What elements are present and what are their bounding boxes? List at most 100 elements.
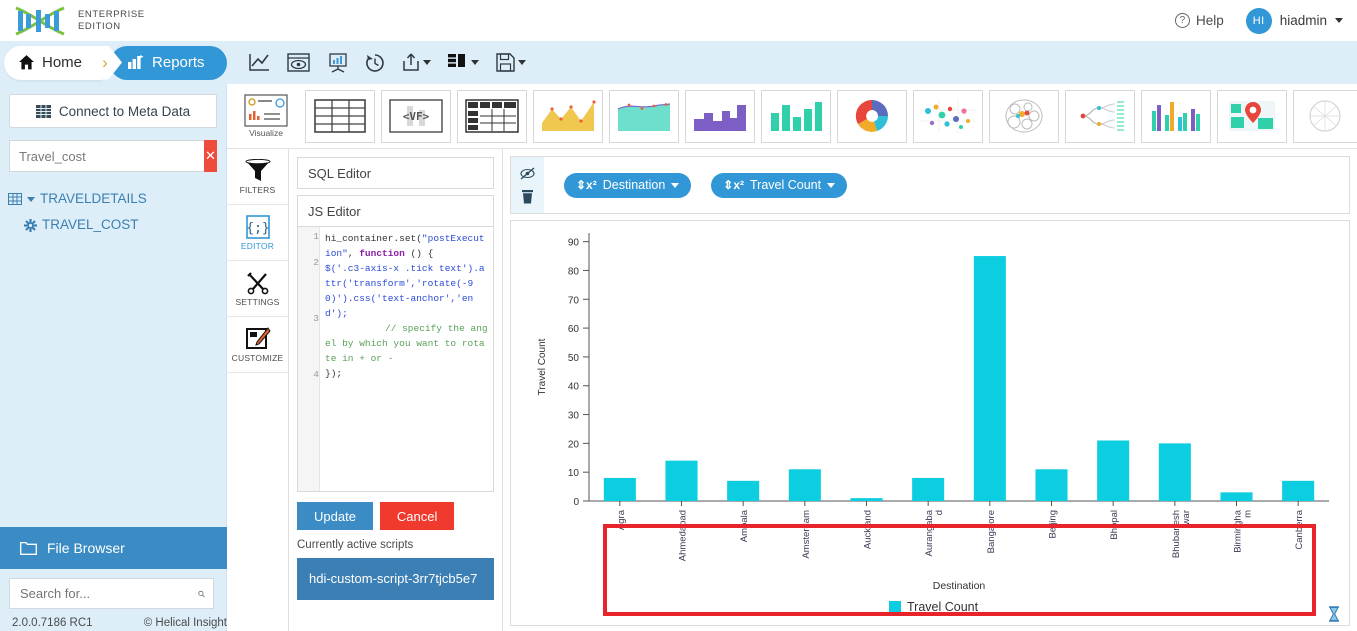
left-sidebar: Connect to Meta Data ✕ TRAVELDETAILS — [0, 84, 227, 631]
code-line-4: }); — [325, 368, 343, 379]
tree-node-label: TRAVEL_COST — [42, 217, 139, 232]
chart-type-area[interactable] — [609, 89, 679, 143]
top-bar: ENTERPRISE EDITION ? Help HI hiadmin — [0, 0, 1357, 41]
code-gutter: 1 2 3 4 — [298, 227, 320, 491]
cancel-button[interactable]: Cancel — [379, 502, 455, 530]
update-button[interactable]: Update — [297, 502, 373, 530]
chart-type-pivot-table[interactable] — [457, 89, 527, 143]
funnel-filter-icon — [245, 158, 270, 181]
chart-panel: ⇕x² Destination ⇕x² Travel Count 0 10 20 30… — [503, 149, 1357, 631]
breadcrumb-home[interactable]: Home — [4, 45, 103, 80]
chevron-down-icon — [422, 60, 431, 65]
svg-text:30: 30 — [568, 411, 580, 422]
pill-label: Destination — [602, 178, 666, 192]
breadcrumb-reports-label: Reports — [152, 54, 205, 71]
breadcrumb-reports[interactable]: Reports — [110, 45, 227, 80]
chart-type-map[interactable] — [1217, 89, 1287, 143]
svg-text:80: 80 — [568, 266, 580, 277]
tree-node-traveldetails[interactable]: TRAVELDETAILS — [8, 186, 226, 212]
presentation-chart-icon[interactable] — [327, 52, 348, 73]
file-browser-button[interactable]: File Browser — [0, 527, 227, 569]
sql-editor-accordion[interactable]: SQL Editor — [297, 157, 494, 189]
layout-columns-icon[interactable] — [447, 54, 479, 71]
dimension-pill-destination[interactable]: ⇕x² Destination — [564, 172, 692, 198]
js-editor-label: JS Editor — [308, 203, 361, 219]
chart-type-donut[interactable] — [837, 89, 907, 143]
eye-slash-icon[interactable] — [520, 167, 535, 180]
question-circle-icon: ? — [1174, 13, 1190, 28]
dna-logo-icon — [15, 6, 65, 35]
code-line-1: hi_container.set("postExecution", functi… — [325, 231, 488, 261]
active-scripts-label: Currently active scripts — [297, 539, 414, 551]
connect-meta-data-label: Connect to Meta Data — [58, 103, 191, 119]
chart-type-circle-packing[interactable] — [989, 89, 1059, 143]
history-clock-icon[interactable] — [365, 53, 385, 73]
file-browser-search-input[interactable] — [18, 585, 198, 602]
svg-text:60: 60 — [568, 324, 580, 335]
grouped-bar-chart-icon — [1152, 102, 1200, 131]
user-menu[interactable]: HI hiadmin — [1245, 7, 1343, 34]
export-share-icon[interactable] — [402, 53, 431, 72]
preview-eye-icon[interactable] — [286, 53, 310, 72]
brand-logo[interactable]: ENTERPRISE EDITION — [0, 6, 145, 36]
chart-type-vf-template[interactable]: <VF> — [381, 89, 451, 143]
chart-type-dendrogram[interactable] — [1065, 89, 1135, 143]
chart-type-step-bar[interactable] — [685, 89, 755, 143]
rail-item-customize[interactable]: CUSTOMIZE — [227, 317, 288, 373]
hourglass-resize-icon[interactable] — [1327, 606, 1341, 622]
svg-text:70: 70 — [568, 295, 580, 306]
main-area: Connect to Meta Data ✕ TRAVELDETAILS — [0, 84, 1357, 631]
avatar: HI — [1245, 7, 1272, 34]
chart-type-grouped-bar[interactable] — [1141, 89, 1211, 143]
js-code-area[interactable]: 1 2 3 4 hi_container.set("postExecution"… — [297, 227, 494, 492]
chart-type-label: Visualize — [249, 128, 283, 138]
chart-type-area-spline[interactable] — [533, 89, 603, 143]
rail-item-editor[interactable]: {;} EDITOR — [227, 205, 288, 261]
rail-item-settings[interactable]: SETTINGS — [227, 261, 288, 317]
version-label: 2.0.0.7186 RC1 — [12, 617, 93, 629]
js-editor-accordion[interactable]: JS Editor — [297, 195, 494, 227]
map-chart-icon — [1229, 101, 1275, 131]
chart-type-column[interactable] — [761, 89, 831, 143]
svg-text:0: 0 — [573, 497, 579, 508]
chart-type-strip: Visualize <VF> — [227, 84, 1357, 149]
rail-item-filters[interactable]: FILTERS — [227, 149, 288, 205]
code-token: function — [359, 248, 405, 259]
chevron-down-icon[interactable] — [27, 196, 35, 202]
line-chart-icon[interactable] — [248, 53, 270, 72]
help-button[interactable]: ? Help — [1174, 13, 1224, 28]
svg-text:Travel Count: Travel Count — [537, 338, 548, 395]
search-icon[interactable] — [198, 587, 205, 601]
column-chart-icon — [771, 102, 822, 131]
pill-label: Travel Count — [750, 178, 822, 192]
tool-rail: FILTERS {;} EDITOR SETTINGS CUSTOMIZE — [227, 149, 289, 631]
datasource-search-input[interactable] — [9, 140, 204, 172]
chevron-down-icon — [1335, 18, 1343, 23]
customize-pencil-icon — [245, 326, 271, 349]
tools-wrench-icon — [246, 271, 268, 294]
folder-icon — [20, 541, 37, 555]
chart-type-visualize[interactable]: Visualize — [233, 89, 299, 143]
table-grid-icon — [314, 99, 366, 133]
trash-icon[interactable] — [521, 189, 534, 204]
chart-type-bubble-scatter[interactable] — [913, 89, 983, 143]
connect-meta-data-button[interactable]: Connect to Meta Data — [9, 94, 217, 128]
save-disk-icon[interactable] — [495, 53, 526, 72]
chart-container[interactable]: 0 10 20 30 40 50 60 70 80 90 Travel Count Agra Ahmed… — [510, 220, 1350, 626]
pivot-table-icon — [465, 99, 519, 133]
bubble-scatter-chart-icon — [920, 99, 976, 133]
clear-search-button[interactable]: ✕ — [204, 140, 217, 172]
tree-node-label: TRAVELDETAILS — [40, 191, 147, 206]
measure-pill-travel-count[interactable]: ⇕x² Travel Count — [711, 172, 848, 198]
radial-chart-icon — [1309, 100, 1341, 132]
rail-item-label: CUSTOMIZE — [231, 352, 284, 363]
chart-type-radial[interactable] — [1293, 89, 1357, 143]
bar-chart-icon — [128, 55, 144, 69]
svg-text:50: 50 — [568, 353, 580, 364]
donut-chart-icon — [855, 99, 888, 132]
chart-type-table-grid[interactable] — [305, 89, 375, 143]
tree-node-travel-cost[interactable]: TRAVEL_COST — [8, 212, 226, 238]
home-icon — [19, 55, 34, 70]
active-script-item[interactable]: hdi-custom-script-3rr7tjcb5e7 — [297, 558, 494, 600]
code-content[interactable]: hi_container.set("postExecution", functi… — [320, 227, 493, 491]
